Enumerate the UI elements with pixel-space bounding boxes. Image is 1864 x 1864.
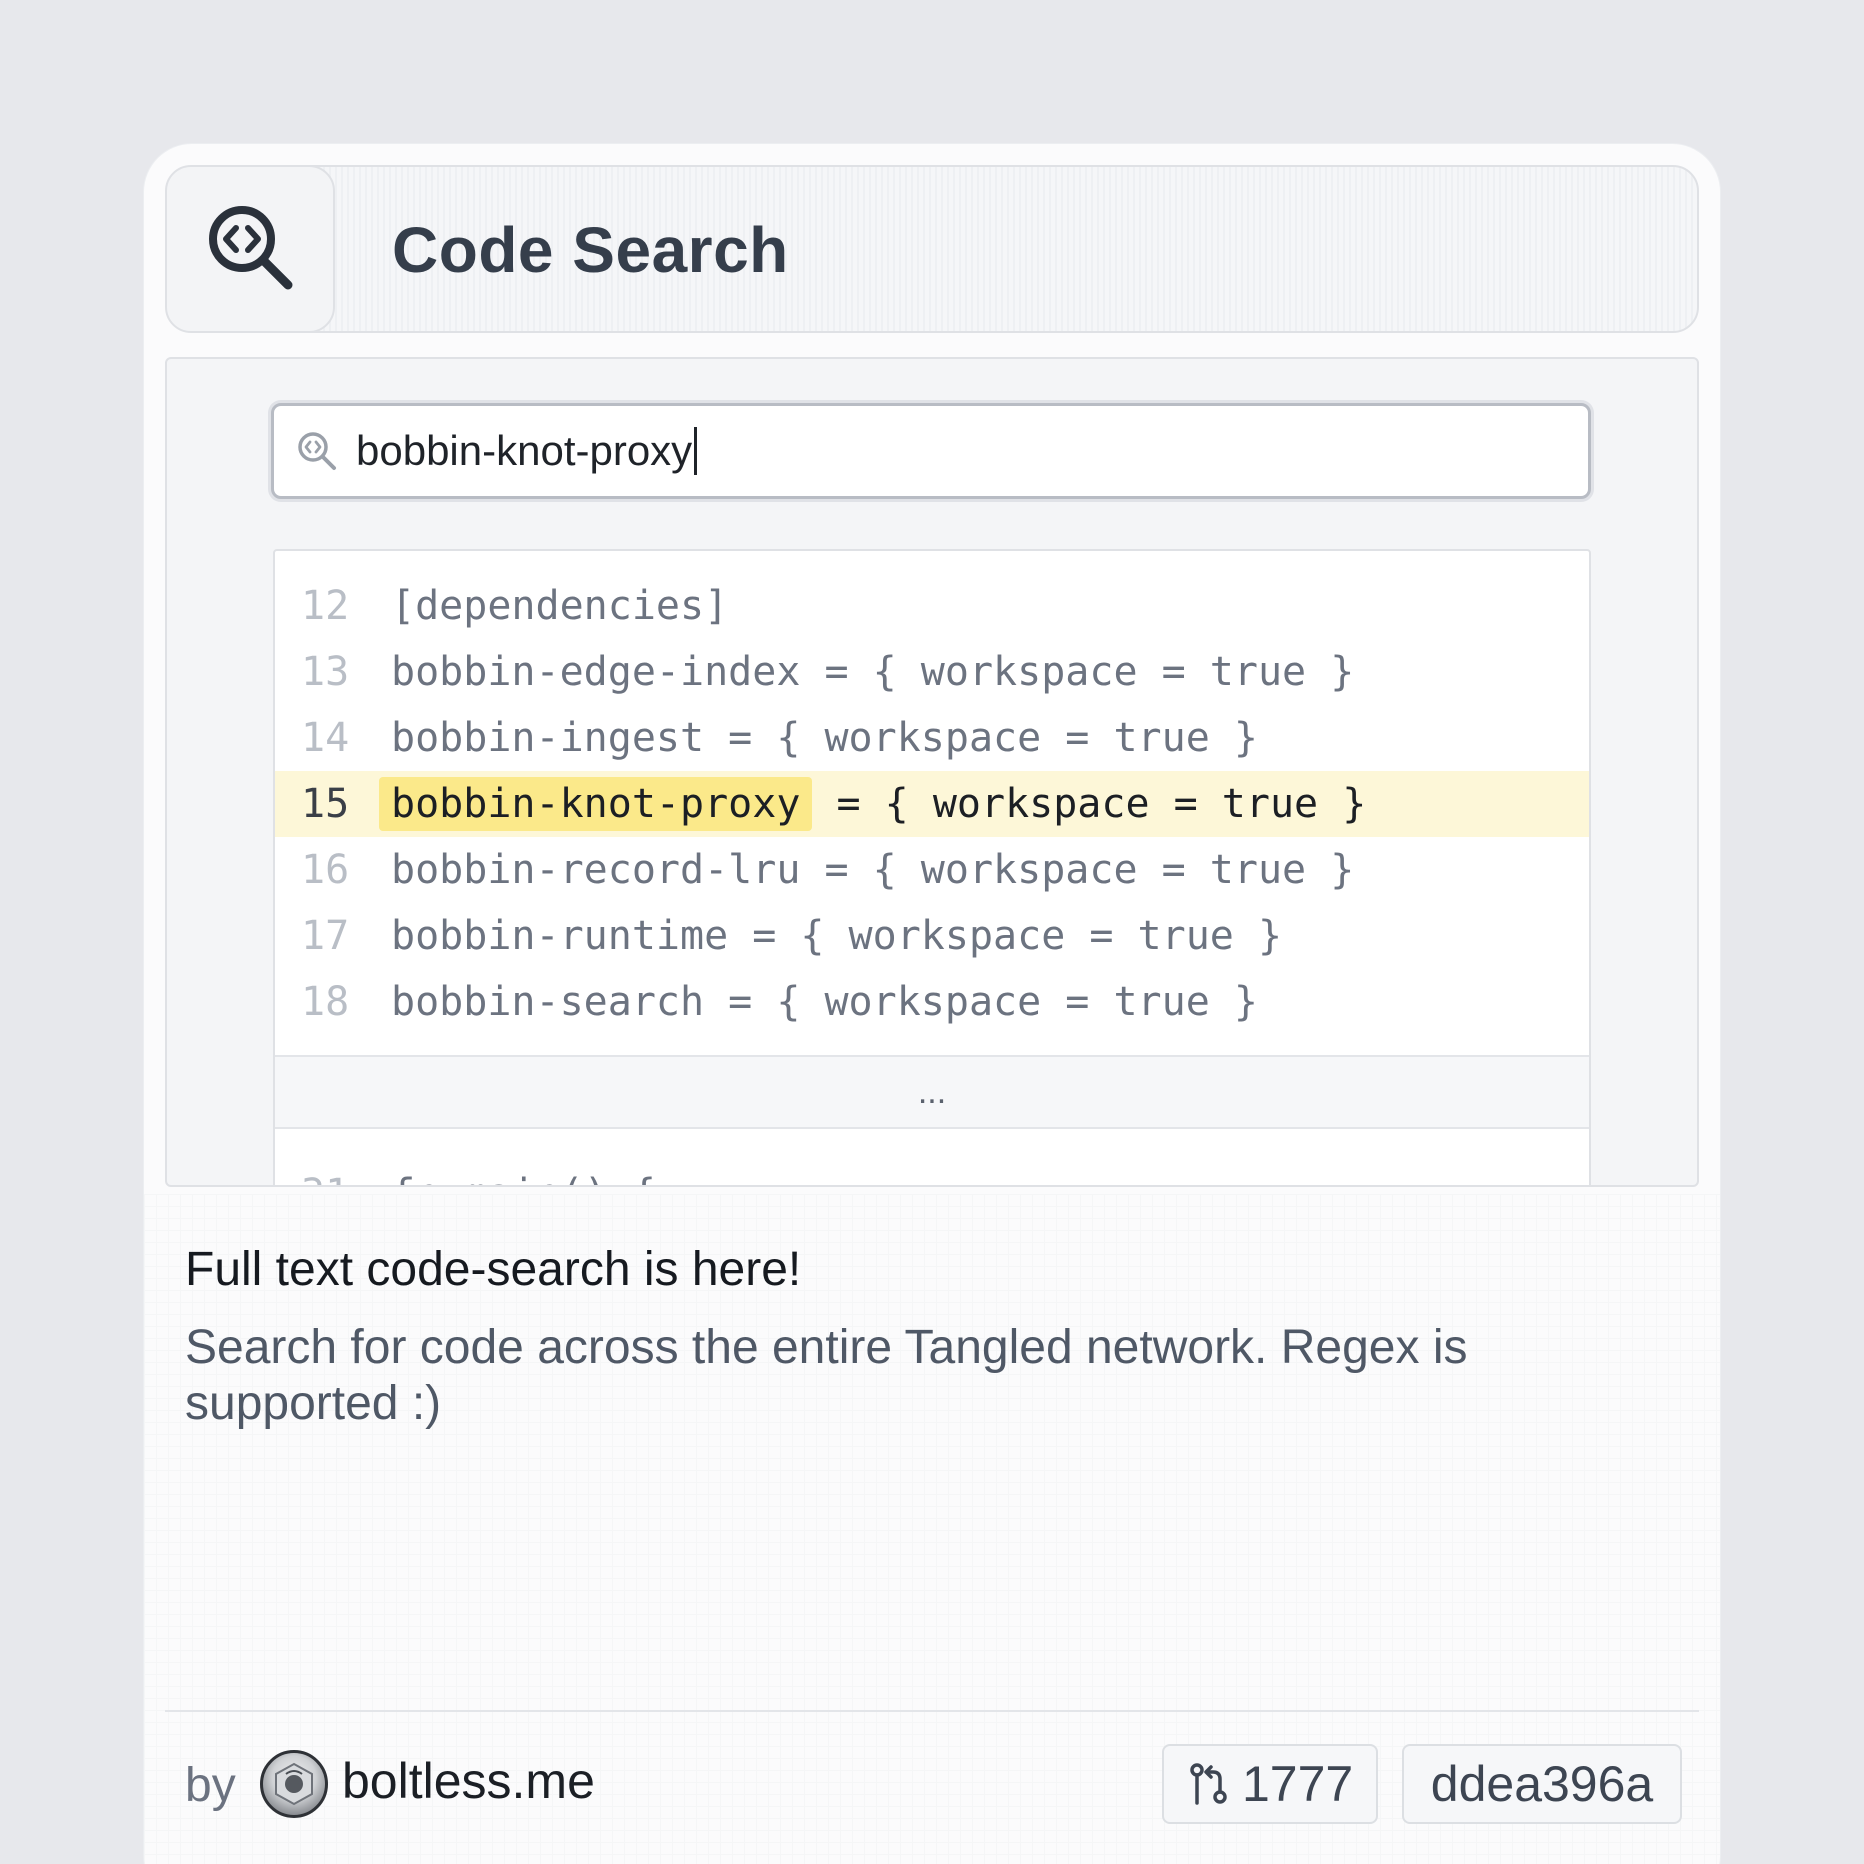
line-number: 13 [301,649,350,695]
commit-badge[interactable]: ddea396a [1402,1744,1682,1824]
code-text: bobbin-record-lru = { workspace = true } [391,847,1355,893]
code-line: 14 bobbin-ingest = { workspace = true } [275,705,1589,771]
code-line: 31 fn main() { [275,1161,1589,1185]
line-number: 17 [301,913,350,959]
footer-divider [165,1710,1699,1712]
code-search-icon [296,430,338,472]
code-line: 13 bobbin-edge-index = { workspace = true… [275,639,1589,705]
code-search-icon [204,201,296,298]
line-number: 16 [301,847,350,893]
search-input[interactable]: bobbin-knot-proxy [271,403,1591,499]
author-link[interactable]: boltless.me [342,1752,595,1810]
code-text: fn main() { [391,1171,656,1185]
search-match: bobbin-knot-proxy [379,777,813,831]
line-number: 18 [301,979,350,1025]
feature-description: Search for code across the entire Tangle… [185,1321,1468,1430]
text-caret [694,427,698,475]
code-text: [dependencies] [391,583,729,629]
search-value: bobbin-knot-proxy [356,427,693,474]
line-number: 14 [301,715,350,761]
code-line-highlighted: 15 bobbin-knot-proxy = { workspace = true… [275,771,1589,837]
code-line: 18 bobbin-search = { workspace = true } [275,969,1589,1035]
feature-title: Full text code-search is here! [185,1243,802,1296]
code-lines: 12 [dependencies] 13 bobbin-edge-index = { … [275,573,1589,1035]
code-result-panel: 12 [dependencies] 13 bobbin-edge-index = { … [273,549,1591,1185]
by-label: by [185,1759,236,1812]
pull-request-number: 1777 [1242,1756,1354,1812]
card-header: Code Search [165,165,1699,333]
code-text: bobbin-edge-index = { workspace = true } [391,649,1355,695]
header-icon-box [167,167,335,331]
page-title: Code Search [392,214,789,286]
pull-request-icon [1188,1761,1230,1807]
code-line: 12 [dependencies] [275,573,1589,639]
code-text: = { workspace = true } [812,781,1367,827]
pull-request-badge[interactable]: 1777 [1162,1744,1378,1824]
feature-card: Code Search bobbin-knot-proxy 12 [depende… [144,144,1720,1864]
code-line: 17 bobbin-runtime = { workspace = true } [275,903,1589,969]
collapsed-lines-indicator[interactable]: ... [275,1055,1589,1129]
code-text: bobbin-runtime = { workspace = true } [391,913,1283,959]
avatar[interactable] [260,1750,328,1818]
code-text: bobbin-ingest = { workspace = true } [391,715,1258,761]
search-preview: bobbin-knot-proxy 12 [dependencies] 13 bobb… [165,357,1699,1187]
code-text: bobbin-search = { workspace = true } [391,979,1258,1025]
code-line: 16 bobbin-record-lru = { workspace = true… [275,837,1589,903]
line-number: 15 [301,781,350,827]
line-number: 12 [301,583,350,629]
line-number: 31 [275,1171,391,1185]
